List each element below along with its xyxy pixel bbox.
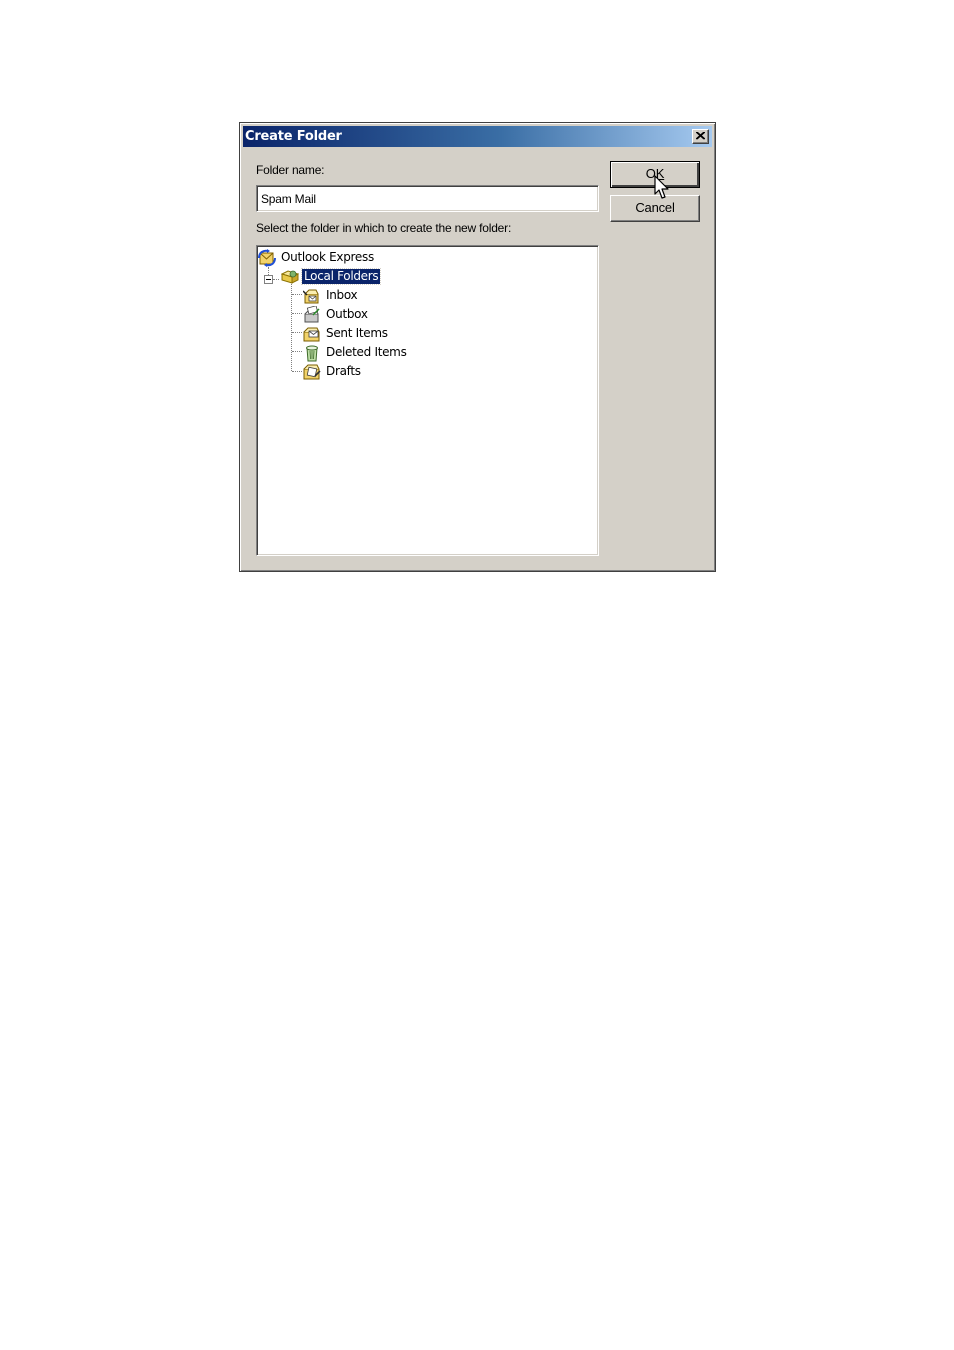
tree-connector bbox=[292, 371, 302, 372]
sent-items-icon bbox=[303, 327, 320, 342]
mouse-pointer-icon bbox=[654, 175, 669, 199]
tree-connector bbox=[292, 313, 302, 314]
folder-name-input[interactable] bbox=[256, 185, 599, 212]
close-button[interactable] bbox=[692, 129, 709, 144]
create-folder-dialog: Create Folder Folder name: Select the fo… bbox=[239, 122, 716, 572]
tree-connector bbox=[292, 332, 302, 333]
folder-tree[interactable]: Outlook Express Local Folders Inbox Outb… bbox=[256, 245, 599, 556]
tree-node-label: Sent Items bbox=[326, 326, 388, 340]
drafts-icon bbox=[303, 364, 321, 380]
tree-node-label: Outbox bbox=[326, 307, 368, 321]
outlook-express-icon bbox=[258, 249, 276, 267]
tree-connector bbox=[268, 267, 269, 275]
tree-node-label: Inbox bbox=[326, 288, 358, 302]
tree-node-label: Deleted Items bbox=[326, 345, 407, 359]
tree-connector bbox=[273, 279, 279, 280]
outbox-icon bbox=[304, 306, 320, 323]
local-folders-icon bbox=[281, 270, 299, 284]
inbox-icon bbox=[303, 289, 319, 304]
title-bar[interactable]: Create Folder bbox=[243, 126, 712, 147]
collapse-toggle[interactable] bbox=[264, 275, 273, 284]
tree-node-label: Local Folders bbox=[300, 268, 382, 285]
close-x-icon bbox=[696, 132, 705, 140]
tree-connector bbox=[292, 351, 302, 352]
tree-node-label: Drafts bbox=[326, 364, 361, 378]
folder-name-label: Folder name: bbox=[256, 163, 325, 177]
deleted-items-icon bbox=[306, 345, 318, 362]
tree-node-label: Outlook Express bbox=[281, 250, 374, 264]
tree-connector bbox=[292, 294, 302, 295]
dialog-title: Create Folder bbox=[245, 129, 342, 144]
select-folder-label: Select the folder in which to create the… bbox=[256, 221, 512, 235]
tree-connector bbox=[291, 284, 292, 371]
